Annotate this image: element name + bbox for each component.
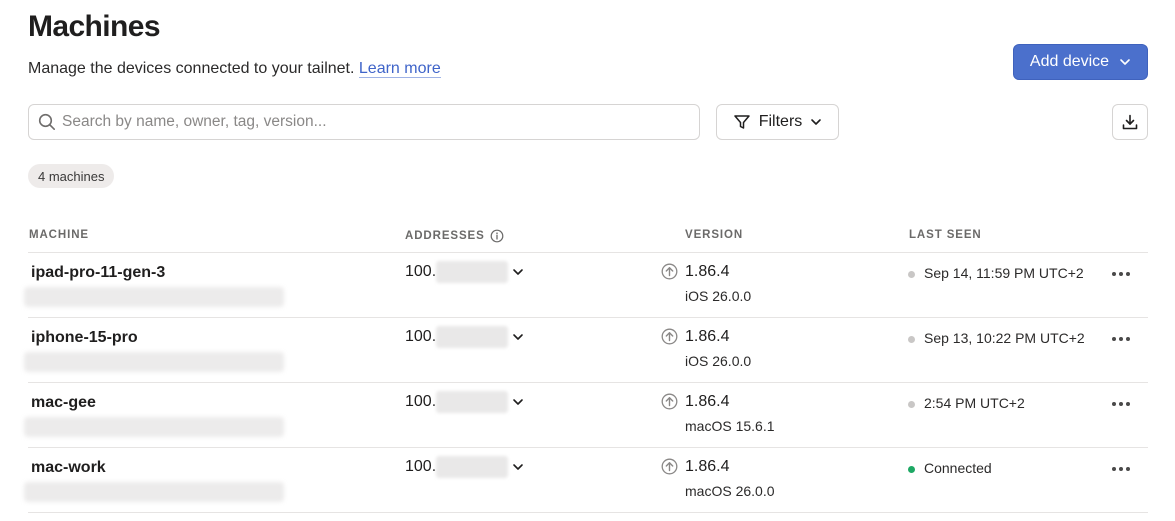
search-input[interactable] [62,113,682,131]
row-actions-button[interactable] [1108,263,1134,285]
column-header-machine[interactable]: MACHINE [29,229,89,241]
machine-owner-redacted [24,417,284,437]
machine-owner-redacted [24,287,284,307]
table-row[interactable]: mac-gee 100. 1.86.4 macOS 15.6.1 2:54 PM… [24,383,1148,448]
address-redacted [436,261,509,283]
page-title: Machines [28,10,161,43]
last-seen: 2:54 PM UTC+2 [924,395,1025,411]
more-horizontal-icon [1112,337,1130,341]
download-icon [1122,114,1138,130]
chevron-down-icon [513,464,523,470]
machine-count-badge: 4 machines [28,164,115,188]
status-dot [908,271,915,278]
machine-name[interactable]: ipad-pro-11-gen-3 [31,264,165,282]
machine-os: macOS 15.6.1 [685,418,775,434]
machine-version: 1.86.4 [685,263,730,280]
address-prefix: 100. [405,263,437,280]
info-icon[interactable] [490,229,504,243]
table-row[interactable]: iphone-15-pro 100. 1.86.4 iOS 26.0.0 Sep… [24,318,1148,383]
address-prefix: 100. [405,458,437,475]
page-subtitle: Manage the devices connected to your tai… [28,60,441,78]
address-prefix: 100. [405,393,437,410]
column-header-version[interactable]: VERSION [685,229,743,241]
chevron-down-icon [513,269,523,275]
address-prefix: 100. [405,328,437,345]
address-redacted [436,456,509,478]
last-seen: Connected [924,460,992,476]
column-header-addresses[interactable]: ADDRESSES [405,229,504,243]
last-seen: Sep 13, 10:22 PM UTC+2 [924,330,1085,346]
status-dot [908,336,915,343]
more-horizontal-icon [1112,467,1130,471]
update-available-icon[interactable] [661,393,678,410]
export-download-button[interactable] [1112,104,1148,140]
status-dot [908,466,915,473]
update-available-icon[interactable] [661,328,678,345]
add-device-button[interactable]: Add device [1013,44,1148,80]
address-redacted [436,391,509,413]
machine-owner-redacted [24,352,284,372]
subtitle-text: Manage the devices connected to your tai… [28,60,355,77]
table-row[interactable]: ipad-pro-11-gen-3 100. 1.86.4 iOS 26.0.0… [24,253,1148,318]
table-row[interactable]: mac-work 100. 1.86.4 macOS 26.0.0 Connec… [24,448,1148,513]
machine-name[interactable]: mac-work [31,459,106,477]
last-seen: Sep 14, 11:59 PM UTC+2 [924,265,1084,281]
address-redacted [436,326,509,348]
more-horizontal-icon [1112,402,1130,406]
machine-os: macOS 26.0.0 [685,483,775,499]
filters-label: Filters [758,113,803,130]
more-horizontal-icon [1112,272,1130,276]
update-available-icon[interactable] [661,458,678,475]
search-icon [38,113,55,130]
status-dot [908,401,915,408]
column-header-label: ADDRESSES [405,230,485,242]
filters-button[interactable]: Filters [716,104,839,140]
machine-owner-redacted [24,482,284,502]
update-available-icon[interactable] [661,263,678,280]
learn-more-link[interactable]: Learn more [358,60,441,78]
address-dropdown[interactable]: 100. [405,391,524,413]
row-actions-button[interactable] [1108,393,1134,415]
address-dropdown[interactable]: 100. [405,326,524,348]
chevron-down-icon [1120,59,1130,65]
machine-name[interactable]: mac-gee [31,394,96,412]
machine-version: 1.86.4 [685,328,730,345]
filter-icon [733,115,750,129]
chevron-down-icon [811,119,822,125]
address-dropdown[interactable]: 100. [405,261,524,283]
machine-os: iOS 26.0.0 [685,353,752,369]
column-header-label: LAST SEEN [909,229,982,241]
column-header-last-seen[interactable]: LAST SEEN [909,229,982,241]
search-box[interactable] [28,104,700,140]
machine-name[interactable]: iphone-15-pro [31,329,138,347]
chevron-down-icon [513,399,523,405]
row-actions-button[interactable] [1108,328,1134,350]
add-device-label: Add device [1029,53,1110,70]
column-header-label: MACHINE [29,229,89,241]
machine-version: 1.86.4 [685,458,730,475]
machine-version: 1.86.4 [685,393,730,410]
column-header-label: VERSION [685,229,744,241]
chevron-down-icon [513,334,523,340]
machine-os: iOS 26.0.0 [685,288,752,304]
address-dropdown[interactable]: 100. [405,456,524,478]
row-actions-button[interactable] [1108,458,1134,480]
